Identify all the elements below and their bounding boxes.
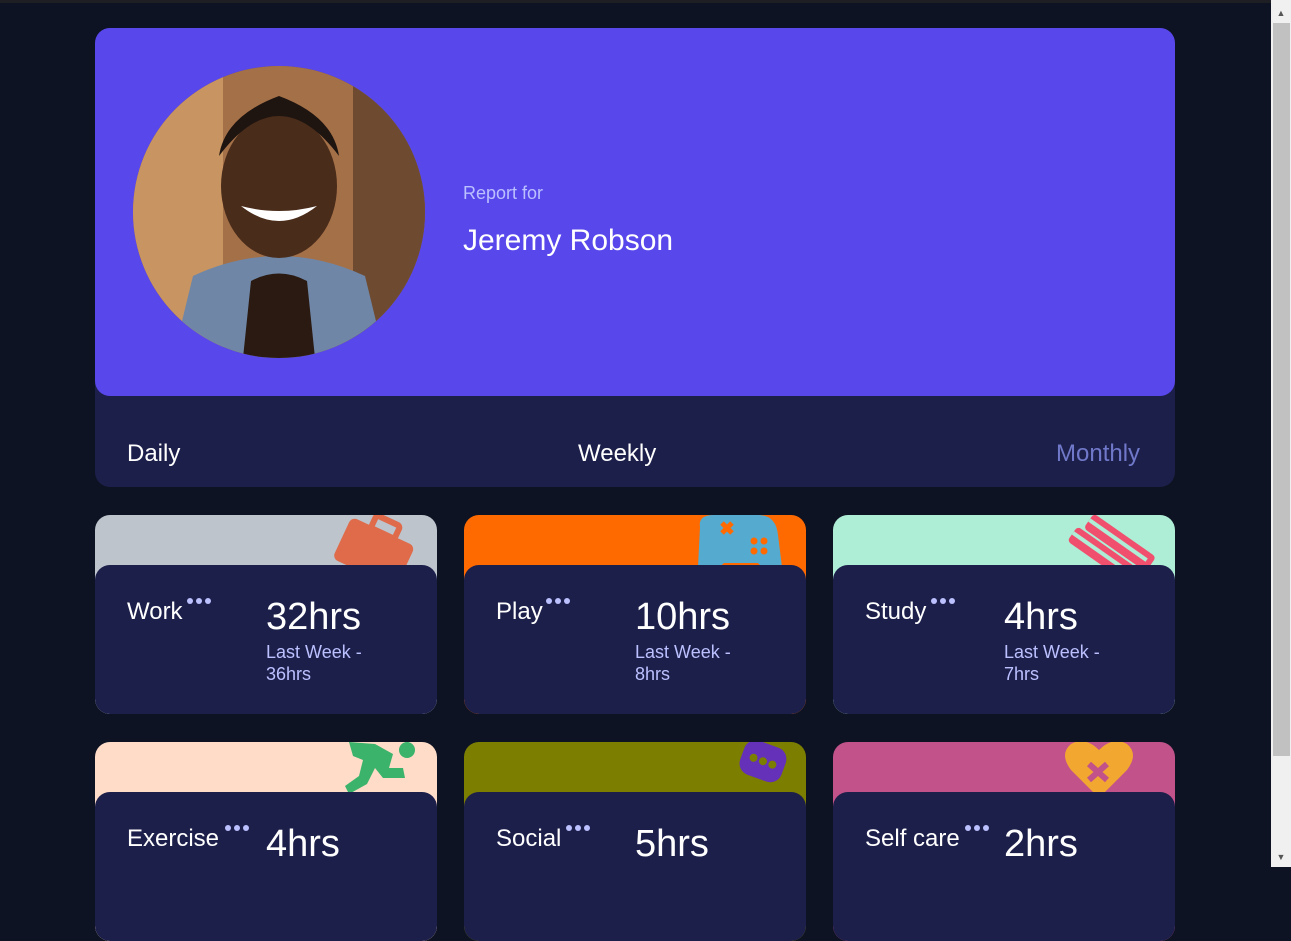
tab-monthly[interactable]: Monthly <box>1056 440 1140 468</box>
activity-card-work: Work 32hrs Last Week - 36hrs <box>95 515 437 714</box>
card-title: Self care <box>865 825 960 852</box>
report-for-label: Report for <box>463 183 544 203</box>
activity-card-social: Social 5hrs <box>464 742 806 941</box>
activity-card-self-care: Self care 2hrs <box>833 742 1175 941</box>
card-title: Study <box>865 598 927 625</box>
options-icon[interactable] <box>965 825 989 831</box>
card-previous-hours: Last Week - 36hrs <box>266 642 362 684</box>
profile-panel: Report for Jeremy Robson Daily Weekly Mo… <box>95 28 1175 487</box>
card-title: Work <box>127 598 183 625</box>
tab-daily[interactable]: Daily <box>127 440 180 468</box>
avatar <box>133 66 425 358</box>
card-title: Social <box>496 825 562 852</box>
card-previous-hours: Last Week - 8hrs <box>635 642 731 684</box>
card-previous-hours: Last Week - 7hrs <box>1004 642 1100 684</box>
vertical-scrollbar[interactable]: ▲ ▼ <box>1271 0 1291 867</box>
card-current-hours: 4hrs <box>1004 596 1078 638</box>
card-current-hours: 5hrs <box>635 823 709 865</box>
card-body[interactable]: Work 32hrs Last Week - 36hrs <box>95 565 437 714</box>
options-icon[interactable] <box>225 825 249 831</box>
options-icon[interactable] <box>931 598 955 604</box>
card-body[interactable]: Study 4hrs Last Week - 7hrs <box>833 565 1175 714</box>
window-top-border <box>0 0 1271 3</box>
card-current-hours: 32hrs <box>266 596 362 638</box>
card-current-hours: 4hrs <box>266 823 340 865</box>
tab-weekly[interactable]: Weekly <box>578 440 656 468</box>
person-name: Jeremy Robson <box>463 224 674 257</box>
scroll-down-arrow-icon[interactable]: ▼ <box>1271 847 1291 867</box>
card-title: Play <box>496 598 543 625</box>
activity-card-play: Play 10hrs Last Week - 8hrs <box>464 515 806 714</box>
card-current-hours: 10hrs <box>635 596 731 638</box>
card-title: Exercise <box>127 825 220 852</box>
options-icon[interactable] <box>546 598 570 604</box>
card-current-hours: 2hrs <box>1004 823 1078 865</box>
scroll-up-arrow-icon[interactable]: ▲ <box>1271 3 1291 23</box>
options-icon[interactable] <box>187 598 211 604</box>
activity-card-study: Study 4hrs Last Week - 7hrs <box>833 515 1175 714</box>
card-body[interactable]: Play 10hrs Last Week - 8hrs <box>464 565 806 714</box>
options-icon[interactable] <box>566 825 590 831</box>
profile-header: Report for Jeremy Robson <box>95 28 1175 396</box>
activity-card-exercise: Exercise 4hrs <box>95 742 437 941</box>
scrollbar-thumb[interactable] <box>1273 23 1290 756</box>
